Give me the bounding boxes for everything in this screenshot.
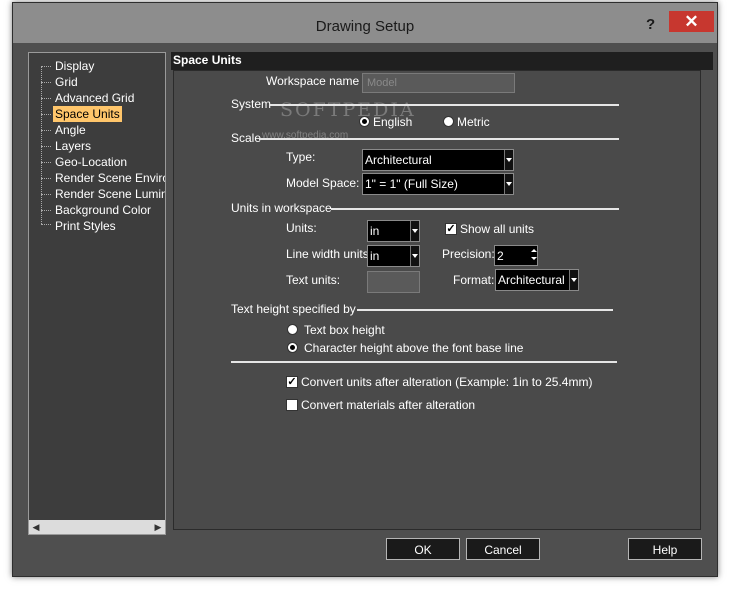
type-dropdown[interactable]: Architectural	[362, 149, 514, 171]
english-label[interactable]: English	[373, 115, 412, 129]
units-dropdown[interactable]: in	[367, 220, 420, 242]
tree-item-render-scene-luminance[interactable]: Render Scene Lumina	[55, 186, 165, 202]
cancel-button[interactable]: Cancel	[466, 538, 540, 560]
units-label: Units:	[286, 221, 317, 235]
tree-item-angle[interactable]: Angle	[55, 122, 86, 138]
metric-radio[interactable]	[443, 116, 454, 127]
ok-button[interactable]: OK	[386, 538, 460, 560]
workspace-name-label: Workspace name	[266, 74, 360, 88]
convert-materials-checkbox[interactable]	[286, 399, 298, 411]
help-button[interactable]: Help	[628, 538, 702, 560]
convert-units-checkbox[interactable]: ✓	[286, 376, 298, 388]
scale-group-label: Scale	[231, 131, 262, 145]
tree-item-print-styles[interactable]: Print Styles	[55, 218, 116, 234]
text-height-group-label: Text height specified by	[231, 302, 356, 316]
type-label: Type:	[286, 150, 316, 164]
tree-item-advanced-grid[interactable]: Advanced Grid	[55, 90, 134, 106]
bottom-divider	[231, 361, 617, 363]
scroll-right-icon[interactable]: ▶	[151, 520, 165, 534]
model-space-label: Model Space:	[286, 176, 360, 190]
tree-item-space-units[interactable]: Space Units	[53, 106, 122, 122]
precision-label: Precision:	[442, 247, 495, 261]
tree-item-background-color[interactable]: Background Color	[55, 202, 151, 218]
character-height-radio[interactable]	[287, 342, 298, 353]
tree-item-geo-location[interactable]: Geo-Location	[55, 154, 127, 170]
tree-horizontal-scrollbar[interactable]: ◀ ▶	[29, 520, 165, 534]
metric-label[interactable]: Metric	[457, 115, 490, 129]
show-all-units-checkbox[interactable]: ✓	[445, 223, 457, 235]
title-bar[interactable]: Drawing Setup ? ✕	[13, 3, 717, 43]
text-height-divider	[357, 309, 613, 311]
chevron-down-icon[interactable]	[504, 174, 513, 194]
system-group-label: System	[231, 97, 272, 111]
tree-item-grid[interactable]: Grid	[55, 74, 78, 90]
text-units-label: Text units:	[286, 273, 341, 287]
panel-header: Space Units	[171, 52, 713, 70]
format-dropdown-value: Architectural	[498, 273, 565, 287]
drawing-setup-dialog: Drawing Setup ? ✕ Display Grid Advanced …	[12, 2, 718, 577]
close-button[interactable]: ✕	[669, 11, 714, 32]
system-divider	[269, 104, 619, 106]
tree-item-display[interactable]: Display	[55, 58, 94, 74]
units-dropdown-value: in	[370, 224, 380, 238]
scale-divider	[259, 138, 619, 140]
workspace-name-field[interactable]: Model	[362, 73, 515, 93]
show-all-units-label[interactable]: Show all units	[460, 222, 534, 236]
model-space-dropdown-value: 1" = 1" (Full Size)	[365, 177, 458, 191]
tree-item-layers[interactable]: Layers	[55, 138, 91, 154]
line-width-units-label: Line width units:	[286, 247, 373, 261]
format-label: Format:	[453, 273, 495, 287]
chevron-down-icon[interactable]	[569, 270, 578, 290]
precision-value: 2	[497, 249, 504, 263]
units-divider	[331, 208, 619, 210]
chevron-down-icon[interactable]	[504, 150, 513, 170]
text-box-height-radio[interactable]	[287, 324, 298, 335]
english-radio[interactable]	[359, 116, 370, 127]
character-height-label[interactable]: Character height above the font base lin…	[304, 341, 523, 355]
precision-spinner[interactable]: 2	[494, 245, 538, 266]
spin-down-icon[interactable]	[530, 255, 537, 264]
scroll-left-icon[interactable]: ◀	[29, 520, 43, 534]
line-width-units-value: in	[370, 249, 380, 263]
window-title: Drawing Setup	[315, 18, 415, 35]
line-width-units-dropdown[interactable]: in	[367, 245, 420, 267]
type-dropdown-value: Architectural	[365, 153, 432, 167]
tree-connector	[41, 66, 42, 224]
category-tree: Display Grid Advanced Grid Space Units A…	[28, 52, 166, 535]
text-box-height-label[interactable]: Text box height	[304, 323, 385, 337]
convert-materials-label[interactable]: Convert materials after alteration	[301, 398, 475, 412]
text-units-dropdown[interactable]	[367, 271, 420, 293]
format-dropdown[interactable]: Architectural	[495, 269, 579, 291]
units-in-workspace-label: Units in workspace	[231, 201, 332, 215]
model-space-dropdown[interactable]: 1" = 1" (Full Size)	[362, 173, 514, 195]
convert-units-label[interactable]: Convert units after alteration (Example:…	[301, 375, 592, 389]
chevron-down-icon[interactable]	[410, 246, 419, 266]
chevron-down-icon[interactable]	[410, 221, 419, 241]
help-icon[interactable]: ?	[646, 16, 655, 33]
tree-item-render-scene-environment[interactable]: Render Scene Environ	[55, 170, 165, 186]
